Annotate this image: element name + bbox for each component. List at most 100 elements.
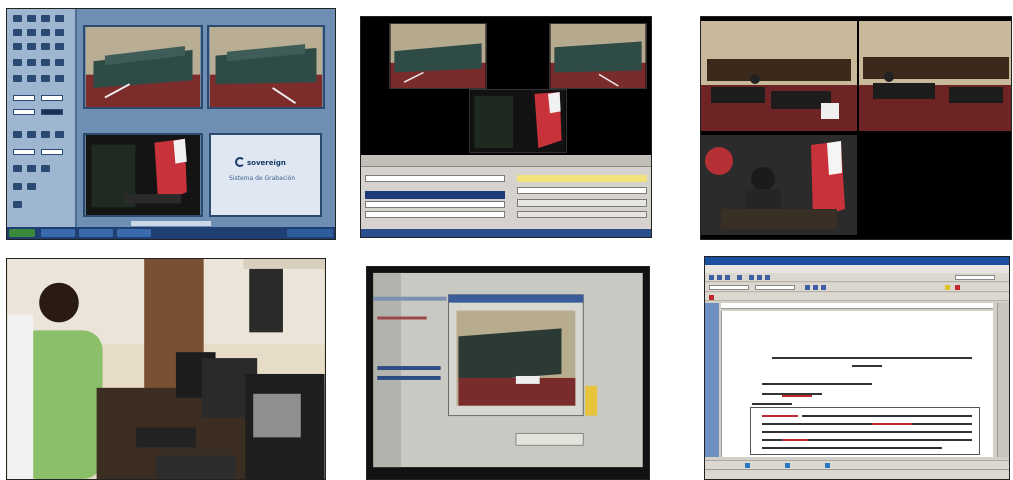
- cut-icon[interactable]: [749, 275, 754, 280]
- camera-button[interactable]: [41, 15, 50, 22]
- font-select[interactable]: [755, 285, 795, 290]
- camera-button[interactable]: [55, 29, 64, 36]
- text-line: [802, 415, 972, 417]
- selected-list-item[interactable]: [365, 191, 505, 199]
- list-item[interactable]: [365, 211, 505, 218]
- tracked-change: [782, 439, 808, 441]
- secondary-toolbar: [705, 293, 1009, 301]
- value-field[interactable]: [13, 109, 35, 115]
- record-button[interactable]: [13, 165, 22, 172]
- italic-icon[interactable]: [813, 285, 818, 290]
- preset-button[interactable]: [13, 59, 22, 66]
- warning-field: [517, 175, 647, 182]
- camera-button[interactable]: [27, 15, 36, 22]
- bold-icon[interactable]: [805, 285, 810, 290]
- start-button[interactable]: [9, 229, 35, 237]
- preset-button[interactable]: [41, 75, 50, 82]
- text-line: [752, 403, 792, 405]
- record-button[interactable]: [41, 165, 50, 172]
- value-field[interactable]: [13, 95, 35, 101]
- camera-view-3: [83, 133, 203, 217]
- preset-button[interactable]: [27, 75, 36, 82]
- formatting-toolbar: [705, 283, 1009, 292]
- form-field[interactable]: [365, 175, 505, 182]
- record-button[interactable]: [13, 201, 22, 208]
- preset-button[interactable]: [13, 75, 22, 82]
- value-field[interactable]: [41, 95, 63, 101]
- open-icon[interactable]: [717, 275, 722, 280]
- underline-icon[interactable]: [821, 285, 826, 290]
- drawing-toolbar: [705, 460, 1009, 469]
- three-camera-grid-window: [360, 16, 652, 238]
- list-item[interactable]: [365, 201, 505, 208]
- print-icon[interactable]: [737, 275, 742, 280]
- windows-taskbar: [7, 227, 335, 239]
- record-button[interactable]: [27, 165, 36, 172]
- highlight-icon[interactable]: [945, 285, 950, 290]
- draw-icon[interactable]: [785, 463, 790, 468]
- brand-name: sovereign: [247, 159, 286, 167]
- preset-button[interactable]: [27, 59, 36, 66]
- paste-icon[interactable]: [765, 275, 770, 280]
- camera-button[interactable]: [55, 15, 64, 22]
- ptz-button[interactable]: [27, 131, 36, 138]
- text-line: [762, 423, 972, 425]
- action-button[interactable]: [517, 211, 647, 218]
- case-form: [361, 155, 651, 235]
- document-editor-window: [704, 256, 1010, 480]
- camera-button[interactable]: [27, 29, 36, 36]
- save-icon[interactable]: [725, 275, 730, 280]
- ruler[interactable]: [721, 303, 993, 309]
- form-toolbar: [361, 155, 651, 167]
- value-field[interactable]: [13, 149, 35, 155]
- zoom-select[interactable]: [955, 275, 995, 280]
- camera-button[interactable]: [41, 29, 50, 36]
- status-bar: [705, 469, 1009, 479]
- form-field[interactable]: [517, 187, 647, 194]
- title-bar: [705, 257, 1009, 265]
- timeline-bar[interactable]: [131, 221, 211, 226]
- value-field[interactable]: [41, 109, 63, 115]
- camera-button[interactable]: [27, 43, 36, 50]
- font-color-icon[interactable]: [955, 285, 960, 290]
- taskbar-item[interactable]: [117, 229, 151, 237]
- left-pane: [705, 303, 719, 457]
- camera-button[interactable]: [55, 43, 64, 50]
- ptz-button[interactable]: [55, 131, 64, 138]
- style-select[interactable]: [709, 285, 749, 290]
- record-button[interactable]: [27, 183, 36, 190]
- camera-button[interactable]: [41, 43, 50, 50]
- document-page[interactable]: [721, 311, 993, 457]
- copy-icon[interactable]: [757, 275, 762, 280]
- camera-button[interactable]: [13, 43, 22, 50]
- camera-view-1: [83, 25, 203, 109]
- monitor-photo: [366, 266, 650, 480]
- preset-button[interactable]: [41, 59, 50, 66]
- new-icon[interactable]: [709, 275, 714, 280]
- camera-view-2: [859, 21, 1011, 131]
- text-line: [852, 365, 882, 367]
- camera-button[interactable]: [13, 29, 22, 36]
- draw-icon[interactable]: [825, 463, 830, 468]
- record-button[interactable]: [13, 183, 22, 190]
- taskbar-item[interactable]: [41, 229, 75, 237]
- value-field[interactable]: [41, 149, 63, 155]
- brand-subtitle: Sistema de Grabación: [229, 175, 296, 182]
- ptz-button[interactable]: [13, 131, 22, 138]
- action-button[interactable]: [517, 199, 647, 207]
- text-line: [762, 431, 972, 433]
- vertical-scrollbar[interactable]: [997, 303, 1009, 457]
- preset-button[interactable]: [55, 75, 64, 82]
- track-changes-icon[interactable]: [709, 295, 714, 300]
- tracked-change: [872, 423, 912, 425]
- taskbar-item[interactable]: [79, 229, 113, 237]
- ptz-button[interactable]: [41, 131, 50, 138]
- menu-bar[interactable]: [705, 265, 1009, 273]
- video-control-app-window: sovereign Sistema de Grabación: [6, 8, 336, 240]
- camera-view-judge: [701, 135, 857, 235]
- screenshot-collage: sovereign Sistema de Grabación: [0, 0, 1013, 480]
- preset-button[interactable]: [55, 59, 64, 66]
- draw-icon[interactable]: [745, 463, 750, 468]
- camera-button[interactable]: [13, 15, 22, 22]
- standard-toolbar: [705, 273, 1009, 282]
